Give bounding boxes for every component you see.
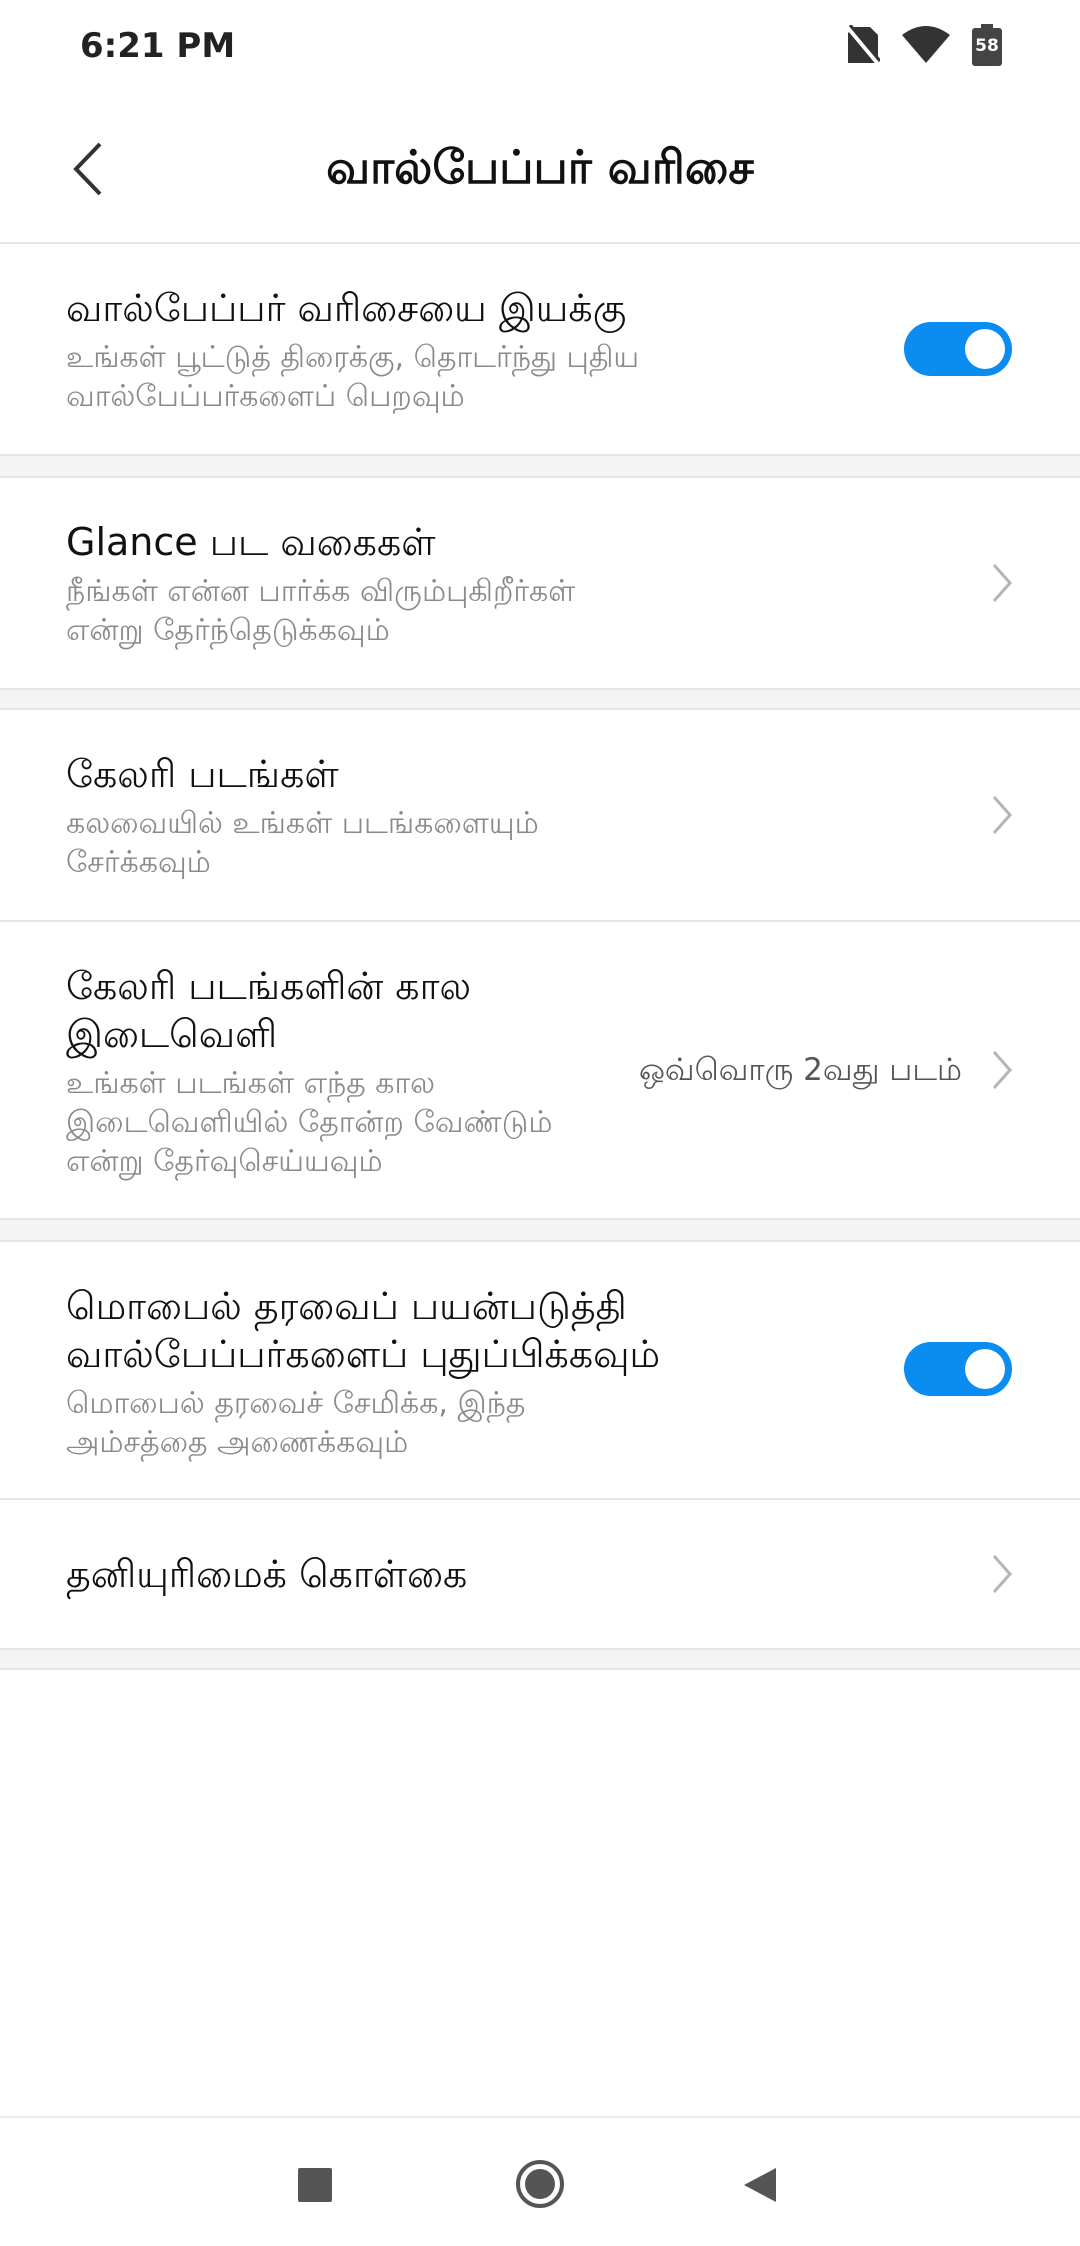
status-icons: 58 bbox=[846, 24, 1002, 66]
setting-glance-categories[interactable]: Glance பட வகைகள் நீங்கள் என்ன பார்க்க வி… bbox=[0, 478, 1080, 688]
setting-title: இடைவெளி bbox=[66, 1012, 278, 1056]
chevron-right-icon bbox=[992, 796, 1013, 834]
recents-square-icon[interactable] bbox=[298, 2168, 332, 2202]
setting-title: கேலரி படங்களின் கால bbox=[66, 964, 472, 1008]
setting-subtitle: சேர்க்கவும் bbox=[66, 845, 211, 880]
setting-title: Glance பட வகைகள் bbox=[66, 520, 436, 564]
section-gap bbox=[0, 1648, 1080, 1670]
setting-enable-carousel[interactable]: வால்பேப்பர் வரிசையை இயக்கு உங்கள் பூட்டு… bbox=[0, 244, 1080, 454]
setting-title: தனியுரிமைக் கொள்கை bbox=[66, 1552, 468, 1596]
wifi-icon bbox=[902, 26, 950, 63]
setting-subtitle: அம்சத்தை அணைக்கவும் bbox=[66, 1425, 409, 1460]
setting-subtitle: உங்கள் படங்கள் எந்த கால bbox=[66, 1066, 436, 1101]
nav-bar bbox=[0, 2116, 1080, 2246]
section-gap bbox=[0, 688, 1080, 710]
setting-subtitle: இடைவெளியில் தோன்ற வேண்டும் bbox=[66, 1105, 553, 1140]
mobile-data-refresh-toggle[interactable] bbox=[904, 1342, 1012, 1396]
setting-subtitle: கலவையில் உங்கள் படங்களையும் bbox=[66, 806, 539, 841]
no-sim-icon bbox=[846, 25, 880, 65]
setting-gallery-images[interactable]: கேலரி படங்கள் கலவையில் உங்கள் படங்களையும… bbox=[0, 710, 1080, 920]
chevron-right-icon bbox=[992, 1051, 1013, 1089]
battery-level: 58 bbox=[975, 36, 999, 56]
section-gap bbox=[0, 454, 1080, 478]
back-triangle-icon[interactable] bbox=[742, 2166, 778, 2204]
chevron-right-icon bbox=[992, 1555, 1013, 1593]
home-circle-icon[interactable] bbox=[514, 2158, 566, 2210]
page-title: வால்பேப்பர் வரிசை bbox=[326, 140, 754, 194]
setting-title: வால்பேப்பர்களைப் புதுப்பிக்கவும் bbox=[66, 1332, 661, 1376]
interval-value: ஒவ்வொரு 2வது படம் bbox=[638, 1052, 962, 1088]
setting-title: மொபைல் தரவைப் பயன்படுத்தி bbox=[66, 1284, 627, 1328]
setting-mobile-data-refresh[interactable]: மொபைல் தரவைப் பயன்படுத்தி வால்பேப்பர்களை… bbox=[0, 1242, 1080, 1498]
toggle-knob bbox=[965, 329, 1005, 369]
chevron-right-icon bbox=[992, 564, 1013, 602]
setting-title: வால்பேப்பர் வரிசையை இயக்கு bbox=[66, 286, 627, 330]
setting-subtitle: வால்பேப்பர்களைப் பெறவும் bbox=[66, 379, 465, 414]
setting-subtitle: மொபைல் தரவைச் சேமிக்க, இந்த bbox=[66, 1386, 526, 1421]
status-time: 6:21 PM bbox=[80, 26, 236, 66]
status-bar: 6:21 PM 58 bbox=[0, 0, 1080, 96]
setting-gallery-interval[interactable]: கேலரி படங்களின் கால இடைவெளி உங்கள் படங்க… bbox=[0, 922, 1080, 1218]
setting-subtitle: என்று தேர்ந்தெடுக்கவும் bbox=[66, 613, 390, 648]
toggle-knob bbox=[965, 1349, 1005, 1389]
setting-privacy-policy[interactable]: தனியுரிமைக் கொள்கை bbox=[0, 1500, 1080, 1648]
setting-subtitle: உங்கள் பூட்டுத் திரைக்கு, தொடர்ந்து புதி… bbox=[66, 340, 640, 375]
battery-icon: 58 bbox=[972, 24, 1002, 66]
setting-subtitle: நீங்கள் என்ன பார்க்க விரும்புகிறீர்கள் bbox=[66, 574, 576, 609]
setting-title: கேலரி படங்கள் bbox=[66, 752, 339, 796]
setting-subtitle: என்று தேர்வுசெய்யவும் bbox=[66, 1144, 383, 1179]
header: வால்பேப்பர் வரிசை bbox=[0, 96, 1080, 242]
enable-carousel-toggle[interactable] bbox=[904, 322, 1012, 376]
section-gap bbox=[0, 1218, 1080, 1242]
